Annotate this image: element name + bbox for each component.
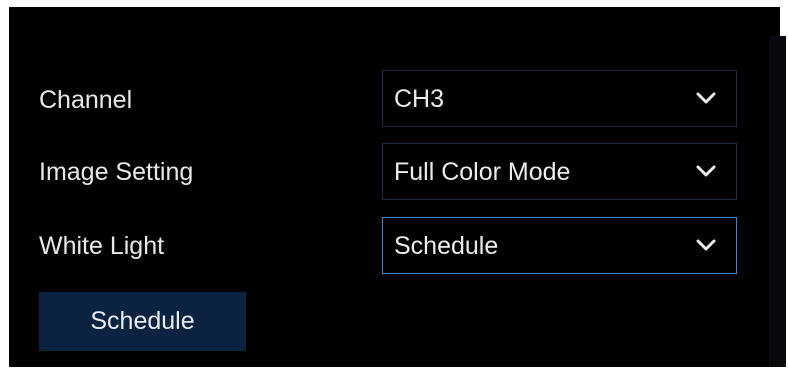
chevron-down-icon <box>696 92 716 104</box>
chevron-down-icon <box>696 239 716 251</box>
white-light-dropdown[interactable]: Schedule <box>382 217 737 274</box>
vertical-scrollbar[interactable] <box>769 36 786 367</box>
channel-dropdown-value: CH3 <box>394 85 445 113</box>
white-light-dropdown-value: Schedule <box>394 232 499 260</box>
settings-panel: Channel CH3 Image Setting Full Color Mod… <box>9 7 786 367</box>
image-setting-dropdown-value: Full Color Mode <box>394 158 571 186</box>
channel-dropdown[interactable]: CH3 <box>382 70 737 127</box>
chevron-down-icon <box>696 165 716 177</box>
channel-label: Channel <box>39 86 133 114</box>
image-setting-label: Image Setting <box>39 158 194 186</box>
white-light-label: White Light <box>39 232 165 260</box>
image-setting-dropdown[interactable]: Full Color Mode <box>382 143 737 200</box>
schedule-button[interactable]: Schedule <box>39 292 246 351</box>
